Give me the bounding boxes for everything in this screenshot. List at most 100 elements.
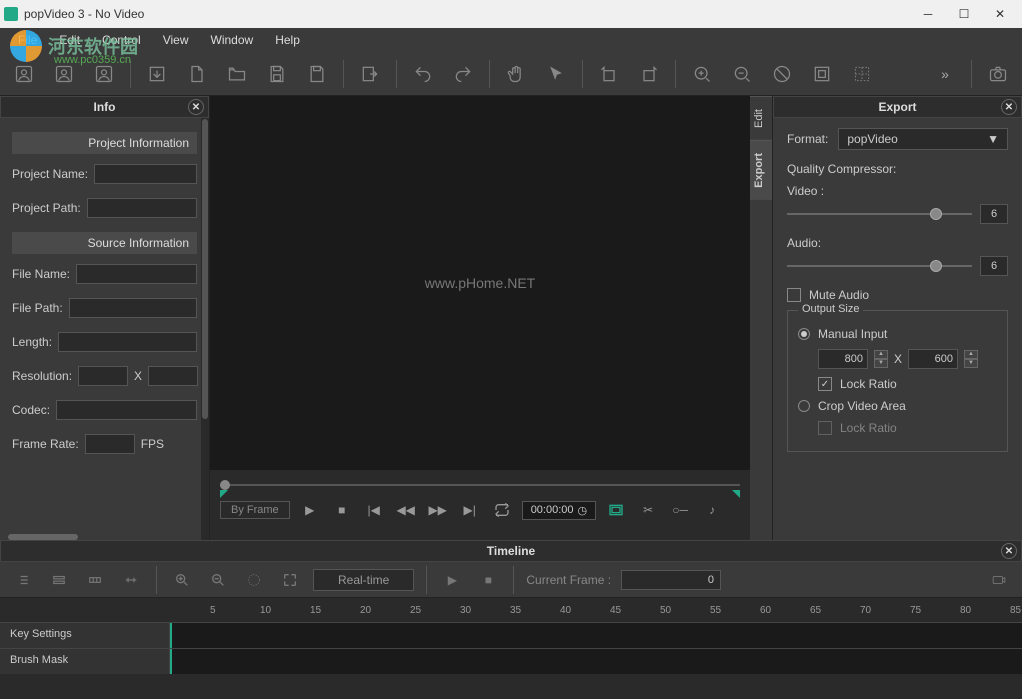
menu-window[interactable]: Window <box>201 29 264 51</box>
manual-input-radio[interactable] <box>798 328 810 340</box>
width-up-button[interactable]: ▲ <box>874 350 888 359</box>
tl-play-button[interactable]: ▶ <box>439 568 465 592</box>
timeline-ruler[interactable]: 510152025303540455055606570758085 <box>0 598 1022 622</box>
tl-tool-2[interactable] <box>46 568 72 592</box>
tool-pointer[interactable] <box>540 58 572 90</box>
preview-viewport[interactable]: www.pHome.NET <box>210 96 750 470</box>
menu-edit[interactable]: Edit <box>49 29 90 51</box>
project-path-input[interactable] <box>87 198 197 218</box>
tl-expand[interactable] <box>277 568 303 592</box>
project-name-input[interactable] <box>94 164 197 184</box>
video-quality-value[interactable]: 6 <box>980 204 1008 224</box>
tool-portrait-1[interactable] <box>8 58 40 90</box>
menu-view[interactable]: View <box>153 29 199 51</box>
project-path-label: Project Path: <box>12 201 81 215</box>
video-quality-slider[interactable] <box>787 213 972 215</box>
audio-quality-slider[interactable] <box>787 265 972 267</box>
output-size-legend: Output Size <box>798 303 863 315</box>
minimize-button[interactable]: ─ <box>910 2 946 26</box>
mark-in-icon[interactable] <box>220 490 228 498</box>
output-width-input[interactable] <box>818 349 868 369</box>
tool-save-as[interactable] <box>301 58 333 90</box>
stop-button[interactable]: ■ <box>330 498 354 522</box>
info-panel-close[interactable]: ✕ <box>188 99 204 115</box>
scrubber-handle[interactable] <box>220 480 230 490</box>
tool-save[interactable] <box>261 58 293 90</box>
track-content-key-settings[interactable] <box>170 623 1022 648</box>
tl-tool-4[interactable] <box>118 568 144 592</box>
tl-stop-button[interactable]: ■ <box>475 568 501 592</box>
current-frame-input[interactable] <box>621 570 721 590</box>
loop-button[interactable] <box>490 498 514 522</box>
tool-portrait-2[interactable] <box>48 58 80 90</box>
codec-input[interactable] <box>56 400 197 420</box>
format-dropdown[interactable]: popVideo ▼ <box>838 128 1008 150</box>
tool-zoom-in[interactable] <box>686 58 718 90</box>
tool-no-zoom[interactable] <box>766 58 798 90</box>
tool-open-folder[interactable] <box>221 58 253 90</box>
ruler-mark: 55 <box>710 605 721 616</box>
audio-button[interactable]: ♪ <box>700 498 724 522</box>
file-path-input[interactable] <box>69 298 197 318</box>
cut-button[interactable]: ✂ <box>636 498 660 522</box>
height-down-button[interactable]: ▼ <box>964 359 978 368</box>
track-key-settings[interactable]: Key Settings <box>0 622 1022 648</box>
length-input[interactable] <box>58 332 197 352</box>
lock-ratio-checkbox[interactable]: ✓ <box>818 377 832 391</box>
tool-fit[interactable] <box>806 58 838 90</box>
timeline-close[interactable]: ✕ <box>1001 543 1017 559</box>
tool-hand[interactable] <box>500 58 532 90</box>
export-panel-close[interactable]: ✕ <box>1001 99 1017 115</box>
forward-button[interactable]: ▶▶ <box>426 498 450 522</box>
tab-edit[interactable]: Edit <box>750 96 772 140</box>
tool-undo[interactable] <box>407 58 439 90</box>
info-scrollbar[interactable] <box>201 118 209 540</box>
tool-redo[interactable] <box>447 58 479 90</box>
tl-zoom-in[interactable] <box>169 568 195 592</box>
audio-quality-value[interactable]: 6 <box>980 256 1008 276</box>
mute-audio-checkbox[interactable] <box>787 288 801 302</box>
tool-export[interactable] <box>354 58 386 90</box>
safe-area-button[interactable] <box>604 498 628 522</box>
tab-export[interactable]: Export <box>750 140 772 200</box>
output-height-input[interactable] <box>908 349 958 369</box>
tool-portrait-3[interactable] <box>88 58 120 90</box>
maximize-button[interactable]: ☐ <box>946 2 982 26</box>
play-button[interactable]: ▶ <box>298 498 322 522</box>
resolution-height-input[interactable] <box>148 366 198 386</box>
menu-control[interactable]: Control <box>92 29 151 51</box>
frame-rate-input[interactable] <box>85 434 135 454</box>
scrubber[interactable] <box>220 478 740 492</box>
tool-rotate-right[interactable] <box>633 58 665 90</box>
tl-tool-3[interactable] <box>82 568 108 592</box>
rewind-button[interactable]: ◀◀ <box>394 498 418 522</box>
close-button[interactable]: ✕ <box>982 2 1018 26</box>
tl-tool-1[interactable] <box>10 568 36 592</box>
next-button[interactable]: ▶| <box>458 498 482 522</box>
tool-camera[interactable] <box>982 58 1014 90</box>
tl-zoom-fit[interactable] <box>241 568 267 592</box>
tool-new-file[interactable] <box>181 58 213 90</box>
resolution-width-input[interactable] <box>78 366 128 386</box>
tl-zoom-out[interactable] <box>205 568 231 592</box>
file-name-input[interactable] <box>76 264 197 284</box>
menu-help[interactable]: Help <box>265 29 310 51</box>
track-content-brush-mask[interactable] <box>170 649 1022 674</box>
tool-overflow[interactable]: » <box>929 58 961 90</box>
prev-button[interactable]: |◀ <box>362 498 386 522</box>
keyframe-button[interactable]: ○─ <box>668 498 692 522</box>
menu-file[interactable]: File <box>8 29 47 51</box>
mark-out-icon[interactable] <box>732 490 740 498</box>
realtime-button[interactable]: Real-time <box>313 569 414 591</box>
crop-video-radio[interactable] <box>798 400 810 412</box>
time-display[interactable]: 00:00:00 ◷ <box>522 501 596 520</box>
by-frame-button[interactable]: By Frame <box>220 501 290 519</box>
track-brush-mask[interactable]: Brush Mask <box>0 648 1022 674</box>
tl-camera-button[interactable] <box>986 568 1012 592</box>
height-up-button[interactable]: ▲ <box>964 350 978 359</box>
tool-import[interactable] <box>141 58 173 90</box>
tool-rotate-left[interactable] <box>593 58 625 90</box>
tool-zoom-out[interactable] <box>726 58 758 90</box>
tool-grid[interactable] <box>846 58 878 90</box>
width-down-button[interactable]: ▼ <box>874 359 888 368</box>
